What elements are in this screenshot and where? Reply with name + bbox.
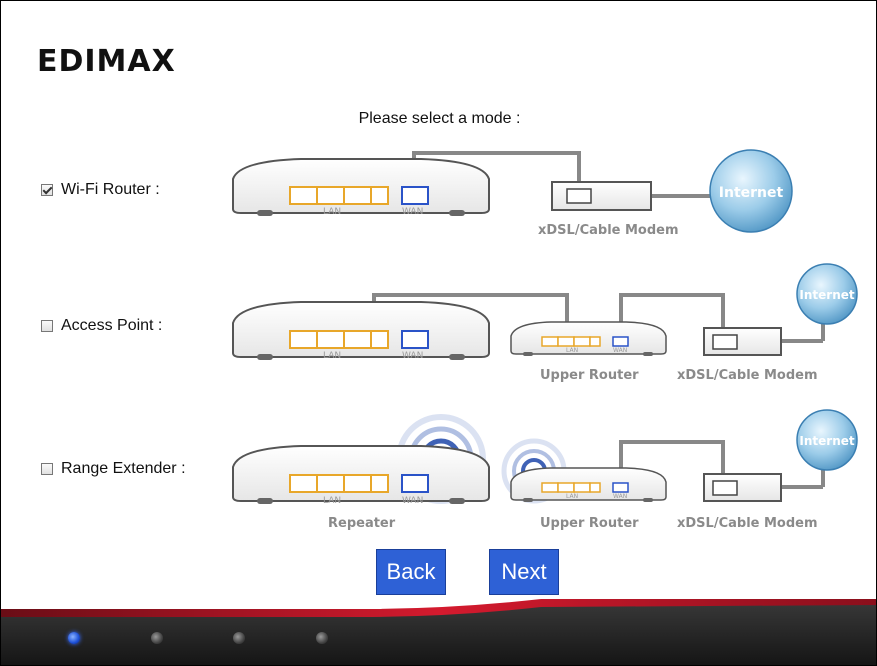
- repeater-device: LAN WAN Repeater: [232, 445, 490, 531]
- ap-modem-device: xDSL/Cable Modem: [677, 327, 818, 383]
- page-indicator-3: [233, 632, 245, 644]
- svg-text:WAN: WAN: [402, 351, 423, 361]
- svg-text:WAN: WAN: [402, 207, 423, 217]
- svg-text:xDSL/Cable Modem: xDSL/Cable Modem: [538, 223, 679, 238]
- svg-text:LAN: LAN: [323, 496, 341, 506]
- router-device: LAN WAN: [232, 158, 490, 217]
- svg-text:WAN: WAN: [402, 496, 423, 506]
- range-extender-diagram: LAN WAN Repeater LAN WAN Upper Router xD…: [232, 409, 858, 531]
- back-button[interactable]: Back: [376, 549, 446, 595]
- re-modem-device: xDSL/Cable Modem: [677, 473, 818, 531]
- ap-internet-globe-icon: Internet: [796, 263, 858, 325]
- page-indicator-4: [316, 632, 328, 644]
- access-point-diagram: LAN WAN LAN WAN Upper Router xDSL/Cable …: [232, 263, 858, 383]
- internet-globe-icon: Internet: [709, 149, 793, 233]
- re-internet-globe-icon: Internet: [796, 409, 858, 471]
- page-indicator-2: [151, 632, 163, 644]
- setup-window: EDIMAX Please select a mode : Wi-Fi Rout…: [0, 0, 877, 666]
- svg-text:Repeater: Repeater: [328, 516, 396, 531]
- next-button[interactable]: Next: [489, 549, 559, 595]
- svg-text:WAN: WAN: [613, 347, 627, 354]
- footer-bar: [1, 599, 876, 665]
- page-indicator-1: [68, 632, 80, 644]
- svg-text:LAN: LAN: [566, 493, 578, 500]
- svg-text:LAN: LAN: [323, 207, 341, 217]
- network-diagram: LAN WAN xDSL/Cable Modem Internet LAN WA…: [232, 149, 858, 531]
- svg-text:WAN: WAN: [613, 493, 627, 500]
- svg-text:Internet: Internet: [719, 185, 784, 201]
- wifi-router-diagram: LAN WAN xDSL/Cable Modem Internet: [232, 149, 793, 238]
- svg-text:xDSL/Cable Modem: xDSL/Cable Modem: [677, 368, 818, 383]
- modem-device: xDSL/Cable Modem: [538, 181, 679, 238]
- re-upper-router-device: LAN WAN Upper Router: [510, 467, 667, 531]
- svg-text:Internet: Internet: [799, 288, 854, 302]
- svg-text:LAN: LAN: [323, 351, 341, 361]
- svg-text:Upper Router: Upper Router: [540, 516, 639, 531]
- svg-text:xDSL/Cable Modem: xDSL/Cable Modem: [677, 516, 818, 531]
- svg-text:Upper Router: Upper Router: [540, 368, 639, 383]
- upper-router-device: LAN WAN Upper Router: [510, 321, 667, 383]
- svg-text:LAN: LAN: [566, 347, 578, 354]
- ap-router-device: LAN WAN: [232, 301, 490, 361]
- svg-text:Internet: Internet: [799, 434, 854, 448]
